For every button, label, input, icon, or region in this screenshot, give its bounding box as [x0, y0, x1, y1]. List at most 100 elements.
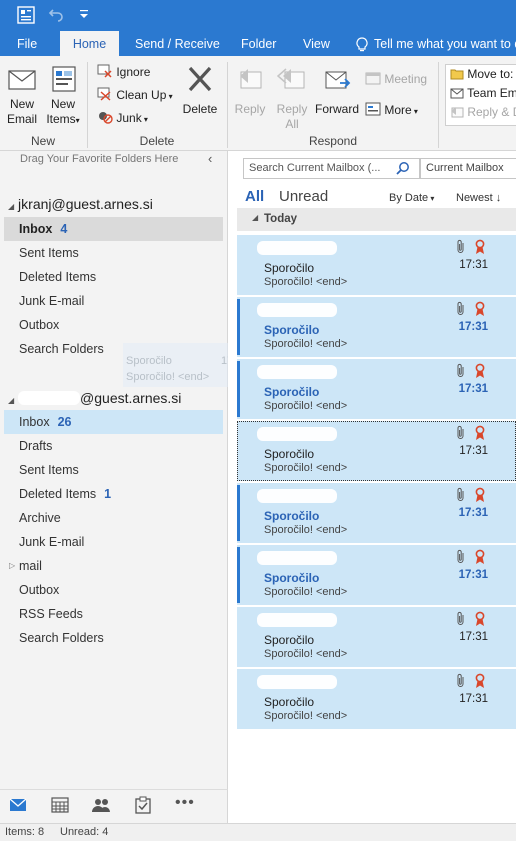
folder-label: Deleted Items: [19, 270, 97, 284]
folder-outbox-1[interactable]: Outbox: [4, 313, 223, 337]
flag-icon[interactable]: [474, 363, 486, 382]
meeting-button[interactable]: Meeting: [365, 71, 427, 87]
quick-step-team-email[interactable]: Team Email: [450, 86, 516, 101]
folder-label: Outbox: [19, 318, 60, 332]
meeting-icon: [365, 72, 381, 85]
team-email-label: Team Email: [467, 86, 516, 100]
lightbulb-icon: [356, 37, 368, 55]
junk-button[interactable]: Junk ▾: [97, 110, 148, 127]
redacted-sender: [257, 365, 337, 379]
sort-by-dropdown[interactable]: By Date ▾: [389, 192, 434, 204]
message-row[interactable]: Sporočilo 17:31 Sporočilo! <end>: [237, 545, 516, 605]
new-email-button[interactable]: New Email: [3, 64, 41, 127]
reply-button[interactable]: Reply: [231, 64, 269, 117]
folder-sent-items-2[interactable]: Sent Items: [4, 458, 223, 482]
message-row[interactable]: Sporočilo 17:31 Sporočilo! <end>: [237, 421, 516, 481]
customize-qat-icon[interactable]: [79, 8, 89, 23]
folder-label: Inbox: [19, 415, 50, 429]
folder-rss-feeds-2[interactable]: RSS Feeds: [4, 602, 223, 626]
team-email-icon: [450, 88, 464, 99]
folder-sent-items-1[interactable]: Sent Items: [4, 241, 223, 265]
flag-icon[interactable]: [474, 425, 486, 444]
expand-chevron-icon[interactable]: ▷: [9, 554, 15, 578]
people-icon[interactable]: [92, 797, 110, 816]
search-scope-dropdown[interactable]: Current Mailbox: [420, 158, 516, 179]
new-items-button[interactable]: New Items▾: [44, 64, 82, 128]
account-header-2[interactable]: ◢ @guest.arnes.si: [8, 390, 181, 406]
filter-all[interactable]: All: [245, 188, 264, 205]
unread-count: 4: [60, 222, 68, 236]
flag-icon[interactable]: [474, 239, 486, 258]
filter-unread[interactable]: Unread: [279, 188, 328, 205]
tell-me-search[interactable]: Tell me what you want to do: [374, 31, 516, 56]
group-header-label: Today: [264, 213, 298, 225]
calendar-icon[interactable]: [51, 797, 69, 816]
attachment-icon: [456, 549, 466, 568]
group-header-today[interactable]: ◢ Today: [237, 208, 516, 231]
folder-inbox-2[interactable]: Inbox 26: [4, 410, 223, 434]
message-row[interactable]: Sporočilo 17:31 Sporočilo! <end>: [237, 483, 516, 543]
flag-icon[interactable]: [474, 549, 486, 568]
tab-send-receive[interactable]: Send / Receive: [135, 31, 220, 56]
reply-icon: [240, 69, 262, 89]
folder-drafts-2[interactable]: Drafts: [4, 434, 223, 458]
search-box[interactable]: Search Current Mailbox (...: [243, 158, 420, 179]
message-subject: Sporočilo: [264, 633, 315, 647]
mail-icon[interactable]: [9, 798, 27, 815]
account-header-1[interactable]: ◢ jkranj@guest.arnes.si: [8, 196, 153, 212]
folder-label: Archive: [19, 511, 61, 525]
folder-junk-email-2[interactable]: Junk E-mail: [4, 530, 223, 554]
flag-icon[interactable]: [474, 673, 486, 692]
folder-search-folders-2[interactable]: Search Folders: [4, 626, 223, 650]
message-row[interactable]: Sporočilo 17:31 Sporočilo! <end>: [237, 669, 516, 729]
forward-button[interactable]: Forward: [314, 64, 360, 117]
message-row[interactable]: Sporočilo 17:31 Sporočilo! <end>: [237, 359, 516, 419]
folder-archive-2[interactable]: Archive: [4, 506, 223, 530]
message-preview: Sporočilo! <end>: [264, 276, 348, 288]
reply-all-button[interactable]: Reply All: [273, 64, 311, 132]
message-row[interactable]: Sporočilo 17:31 Sporočilo! <end>: [237, 235, 516, 295]
folder-outbox-2[interactable]: Outbox: [4, 578, 223, 602]
tab-home[interactable]: Home: [60, 31, 119, 56]
collapse-pane-icon[interactable]: ‹: [208, 151, 212, 166]
meeting-label: Meeting: [384, 72, 428, 86]
app-icon[interactable]: [17, 6, 35, 27]
search-input[interactable]: Search Current Mailbox (...: [249, 162, 380, 174]
folder-inbox-1[interactable]: Inbox 4: [4, 217, 223, 241]
tab-view[interactable]: View: [303, 31, 330, 56]
new-items-label-line1: New: [50, 97, 75, 111]
quick-step-reply-delete[interactable]: Reply & Delete: [450, 105, 516, 120]
redacted-sender: [257, 241, 337, 255]
unread-indicator: [237, 547, 240, 603]
folder-label: RSS Feeds: [19, 607, 83, 621]
folder-label: Deleted Items: [19, 487, 97, 501]
folder-junk-email-1[interactable]: Junk E-mail: [4, 289, 223, 313]
account-name-2: @guest.arnes.si: [80, 390, 182, 406]
message-time: 17:31: [459, 445, 488, 457]
quick-step-move-to[interactable]: Move to: ?: [450, 67, 516, 82]
message-preview: Sporočilo! <end>: [264, 586, 348, 598]
message-row[interactable]: Sporočilo 17:31 Sporočilo! <end>: [237, 297, 516, 357]
flag-icon[interactable]: [474, 301, 486, 320]
delete-button[interactable]: Delete: [180, 64, 220, 117]
flag-icon[interactable]: [474, 611, 486, 630]
quick-steps-gallery: Move to: ? Team Email Reply & Delete: [445, 64, 516, 126]
message-subject: Sporočilo: [264, 385, 320, 399]
tasks-icon[interactable]: [135, 796, 151, 817]
folder-deleted-items-2[interactable]: Deleted Items 1: [4, 482, 223, 506]
tab-file[interactable]: File: [17, 31, 37, 56]
message-preview: Sporočilo! <end>: [264, 648, 348, 660]
flag-icon[interactable]: [474, 487, 486, 506]
tab-folder[interactable]: Folder: [241, 31, 276, 56]
more-dots-icon[interactable]: •••: [175, 794, 195, 812]
undo-icon[interactable]: [48, 6, 64, 25]
sort-order-toggle[interactable]: Newest ↓: [456, 192, 501, 204]
message-row[interactable]: Sporočilo 17:31 Sporočilo! <end>: [237, 607, 516, 667]
clean-up-button[interactable]: Clean Up ▾: [97, 87, 173, 104]
junk-label: Junk: [116, 111, 142, 125]
folder-mail-2[interactable]: ▷ mail: [4, 554, 223, 578]
ignore-button[interactable]: Ignore: [97, 64, 150, 80]
more-button[interactable]: More ▾: [365, 102, 418, 119]
folder-deleted-items-1[interactable]: Deleted Items: [4, 265, 223, 289]
search-icon[interactable]: [396, 161, 410, 178]
